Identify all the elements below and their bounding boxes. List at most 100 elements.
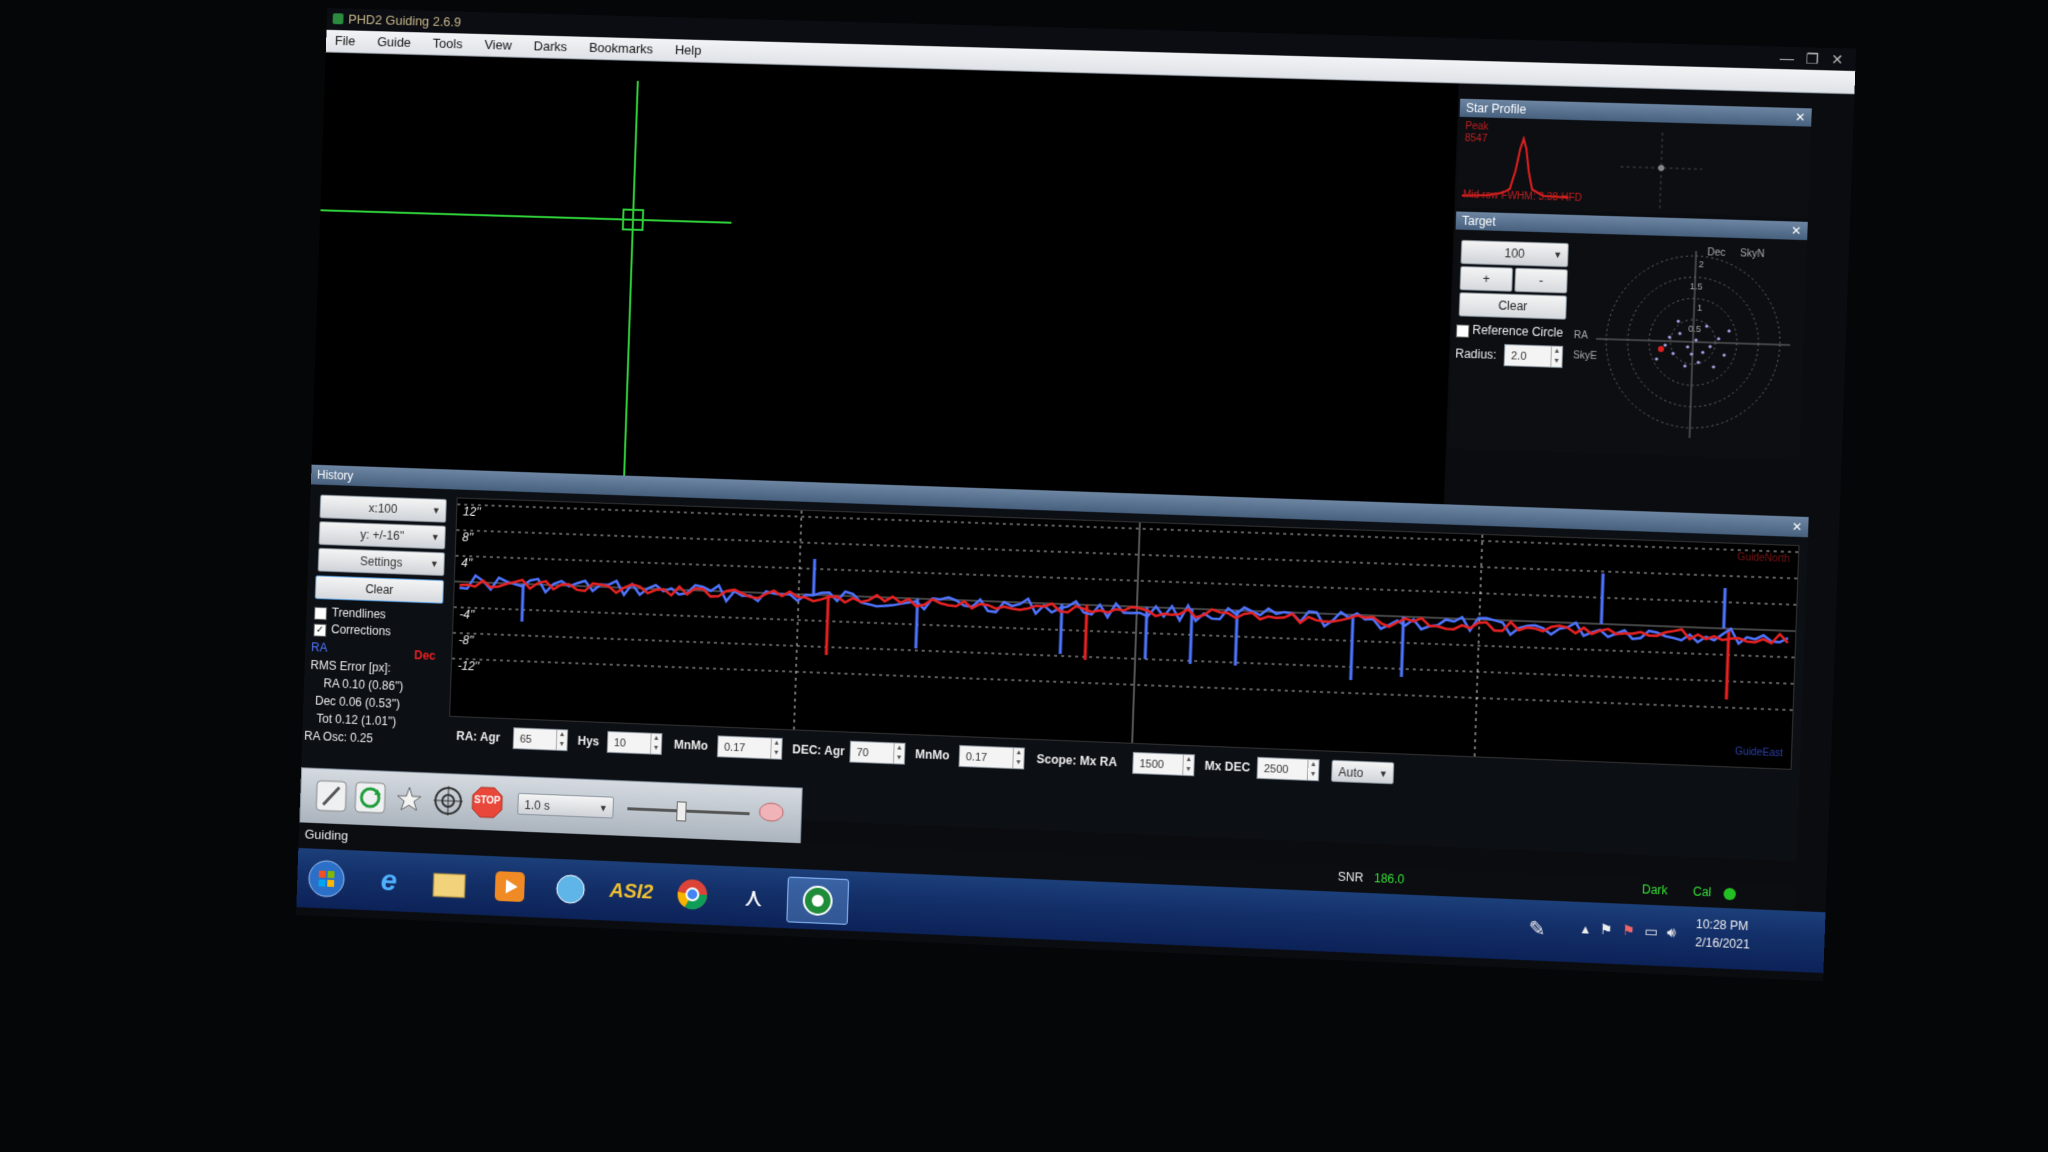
dec-mode-select[interactable]: Auto ▼ [1331, 760, 1394, 785]
history-close-icon[interactable]: ✕ [1791, 516, 1802, 537]
reference-circle-checkbox[interactable] [1456, 324, 1470, 338]
grid-line [457, 530, 1798, 578]
menu-darks[interactable]: Darks [525, 35, 577, 58]
star-profile-close-icon[interactable]: ✕ [1795, 108, 1806, 127]
taskbar-asi[interactable]: ASI2 [607, 869, 656, 915]
history-clear-button[interactable]: Clear [315, 575, 444, 603]
folder-icon [432, 869, 466, 898]
clock-date[interactable]: 2/16/2021 [1695, 935, 1750, 951]
dec-mnmo-input[interactable]: 0.17 ▲ ▼ [958, 745, 1024, 770]
spin-arrows-icon: ▲ ▼ [1182, 755, 1194, 775]
spin-arrows-icon: ▲ ▼ [893, 743, 905, 763]
ra-agr-input[interactable]: 65 ▲ ▼ [513, 727, 569, 751]
restore-button[interactable]: ❐ [1805, 47, 1819, 70]
corrections-checkbox[interactable]: ✓ [313, 624, 326, 637]
snr-label: SNR [1338, 870, 1364, 885]
slider-thumb[interactable] [676, 801, 687, 821]
guide-camera-view[interactable] [312, 52, 1459, 504]
target-close-icon[interactable]: ✕ [1791, 221, 1802, 240]
close-button[interactable]: ✕ [1831, 48, 1844, 71]
taskbar-chrome[interactable] [668, 872, 717, 918]
usb-icon[interactable]: ⚑ [1622, 922, 1635, 940]
guide-button[interactable] [431, 783, 465, 818]
menu-bookmarks[interactable]: Bookmarks [580, 37, 662, 61]
cube-icon [554, 873, 586, 906]
trendlines-checkbox[interactable] [314, 607, 327, 620]
star-profile-title: Star Profile [1466, 101, 1527, 117]
taskbar-explorer[interactable] [425, 861, 473, 906]
volume-icon[interactable]: 🔊︎ [1667, 924, 1677, 942]
menu-file[interactable]: File [326, 30, 365, 53]
connected-status-icon [1723, 888, 1736, 901]
target-pane: Target ✕ 100 ▼ + - Clear Reference Circle… [1448, 211, 1808, 459]
taskbar-app-cube[interactable] [546, 866, 595, 912]
target-ra-label: RA [1574, 330, 1589, 342]
history-y-scale-select[interactable]: y: +/-16'' ▼ [319, 521, 446, 549]
minimize-button[interactable]: — [1779, 47, 1794, 70]
taskbar-stellarium[interactable]: ⋏ [729, 874, 778, 920]
radius-input[interactable]: 2.0 ▲ ▼ [1504, 344, 1564, 368]
menu-tools[interactable]: Tools [424, 32, 472, 55]
target-dec-label: Dec [1707, 247, 1726, 259]
correction-bar [522, 584, 523, 622]
target-zoom-out-button[interactable]: - [1514, 268, 1568, 294]
chevron-down-icon: ▼ [1553, 244, 1563, 266]
dec-agr-input[interactable]: 70 ▲ ▼ [849, 741, 905, 765]
cal-indicator: Cal [1693, 884, 1712, 899]
loop-button[interactable] [353, 780, 387, 815]
ytick-minus-4: -4'' [459, 607, 474, 621]
target-zoom-in-button[interactable]: + [1460, 266, 1514, 292]
target-skye-label: SkyE [1573, 350, 1597, 362]
windows-start-icon [306, 858, 346, 899]
target-zoom-select[interactable]: 100 ▼ [1460, 240, 1568, 267]
mx-dec-input[interactable]: 2500 ▲ ▼ [1256, 757, 1319, 782]
notes-icon[interactable]: ✎ [1528, 916, 1546, 942]
menu-view[interactable]: View [475, 34, 521, 57]
tray-up-arrow-icon[interactable]: ▲ [1579, 922, 1592, 937]
history-settings-select[interactable]: Settings ▼ [318, 548, 445, 576]
flag-icon[interactable]: ⚑ [1599, 921, 1612, 939]
clock-time[interactable]: 10:28 PM [1696, 917, 1749, 933]
start-button[interactable] [302, 856, 350, 901]
taskbar-phd2[interactable] [786, 877, 849, 925]
star-profile-peak-label: Peak [1465, 121, 1488, 133]
history-title: History [317, 468, 354, 483]
exposure-select[interactable]: 1.0 s ▼ [517, 793, 614, 819]
taskbar-ie[interactable]: e [365, 859, 413, 904]
stop-label: STOP [470, 795, 504, 807]
menu-help[interactable]: Help [666, 39, 711, 62]
guide-east-label: GuideEast [1735, 746, 1783, 759]
brain-button[interactable] [757, 798, 786, 827]
target-clear-button[interactable]: Clear [1459, 292, 1567, 320]
menu-guide[interactable]: Guide [368, 31, 420, 54]
dec-legend: Dec [414, 648, 436, 663]
ytick-8: 8'' [462, 530, 473, 544]
brain-icon [757, 798, 786, 827]
auto-select-star-button[interactable] [392, 782, 426, 817]
history-x-scale-select[interactable]: x:100 ▼ [319, 495, 446, 523]
correction-bar [1601, 573, 1603, 623]
hys-input[interactable]: 10 ▲ ▼ [607, 731, 663, 755]
reference-circle-label: Reference Circle [1472, 323, 1563, 340]
gamma-slider[interactable] [627, 799, 750, 822]
crosshair-horizontal [320, 210, 731, 222]
telescope-icon: ⋏ [744, 881, 764, 913]
network-icon[interactable]: ▭ [1644, 923, 1658, 941]
ytick-minus-12: -12'' [457, 659, 479, 674]
spin-arrows-icon: ▲ ▼ [650, 734, 662, 754]
window-title: PHD2 Guiding 2.6.9 [348, 9, 461, 34]
ra-mnmo-input[interactable]: 0.17 ▲ ▼ [717, 735, 783, 759]
chevron-down-icon: ▼ [599, 797, 609, 819]
taskbar-media-player[interactable] [486, 864, 534, 910]
target-zoom-value: 100 [1504, 246, 1525, 261]
mx-dec-label: Mx DEC [1204, 759, 1250, 775]
mx-ra-input[interactable]: 1500 ▲ ▼ [1132, 752, 1195, 777]
use-dark-button[interactable] [314, 779, 348, 814]
asi-icon: ASI2 [609, 879, 653, 904]
ring-label-1-5: 1.5 [1690, 281, 1703, 292]
dec-agr-label: DEC: Agr [792, 742, 845, 758]
stop-button[interactable]: STOP [470, 785, 504, 820]
ra-agr-label: RA: Agr [456, 729, 500, 745]
guide-north-label: GuideNorth [1737, 552, 1790, 565]
media-player-icon [494, 870, 526, 903]
